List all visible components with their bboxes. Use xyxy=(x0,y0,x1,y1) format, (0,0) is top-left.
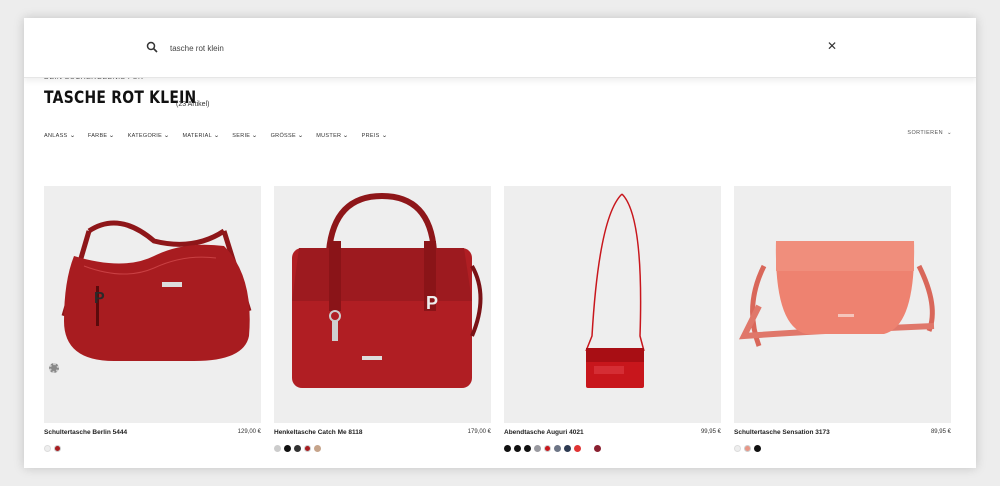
product-name[interactable]: Schultertasche Sensation 3173 xyxy=(734,429,830,439)
product-card[interactable]: Schultertasche Sensation 3173 89,95 € xyxy=(734,186,951,452)
color-swatch[interactable] xyxy=(744,445,751,452)
filter-groesse[interactable]: GRÖSSE ⌄ xyxy=(271,130,304,142)
color-swatches xyxy=(504,445,721,452)
product-image[interactable]: P xyxy=(274,186,491,423)
color-swatch[interactable] xyxy=(54,445,61,452)
color-swatches xyxy=(274,445,491,452)
color-swatch[interactable] xyxy=(284,445,291,452)
product-image[interactable] xyxy=(504,186,721,423)
product-name[interactable]: Henkeltasche Catch Me 8118 xyxy=(274,429,363,439)
filter-material[interactable]: MATERIAL ⌄ xyxy=(182,130,219,142)
product-grid: P Schultertasche Berlin 5444 129,00 € P … xyxy=(44,186,951,452)
product-price: 99,95 € xyxy=(700,429,721,435)
filter-label: SERIE xyxy=(232,133,251,139)
color-swatches xyxy=(44,445,261,452)
color-swatch[interactable] xyxy=(594,445,601,452)
filter-serie[interactable]: SERIE ⌄ xyxy=(232,130,257,142)
filter-kategorie[interactable]: KATEGORIE ⌄ xyxy=(128,130,170,142)
color-swatch[interactable] xyxy=(314,445,321,452)
close-icon[interactable]: ✕ xyxy=(824,38,840,54)
search-icon[interactable] xyxy=(146,41,158,53)
search-input[interactable] xyxy=(170,39,670,57)
filter-farbe[interactable]: FARBE ⌄ xyxy=(88,130,115,142)
filter-preis[interactable]: PREIS ⌄ xyxy=(362,130,387,142)
product-image[interactable]: P xyxy=(44,186,261,423)
filter-label: ANLASS xyxy=(44,133,68,139)
filter-muster[interactable]: MUSTER ⌄ xyxy=(316,130,350,142)
product-card[interactable]: P Schultertasche Berlin 5444 129,00 € xyxy=(44,186,261,452)
filter-bar: ANLASS ⌄ FARBE ⌄ KATEGORIE ⌄ MATERIAL ⌄ SERI… xyxy=(44,130,387,142)
filter-label: GRÖSSE xyxy=(270,133,296,139)
chevron-down-icon: ⌄ xyxy=(297,133,304,139)
chevron-down-icon: ⌄ xyxy=(251,133,259,139)
color-swatch[interactable] xyxy=(44,445,51,452)
product-name[interactable]: Abendtasche Auguri 4021 xyxy=(504,429,584,439)
result-count: (23 Artikel) xyxy=(176,101,210,108)
filter-label: PREIS xyxy=(361,133,380,139)
color-swatch[interactable] xyxy=(524,445,531,452)
sort-label: SORTIEREN xyxy=(907,130,943,136)
color-swatch[interactable] xyxy=(574,445,581,452)
filter-label: MUSTER xyxy=(316,133,342,139)
product-price: 179,00 € xyxy=(467,429,491,435)
filter-label: MATERIAL xyxy=(182,133,212,139)
product-card[interactable]: Abendtasche Auguri 4021 99,95 € xyxy=(504,186,721,452)
chevron-down-icon: ⌄ xyxy=(108,133,116,139)
chevron-down-icon: ⌄ xyxy=(68,133,76,139)
chevron-down-icon: ⌄ xyxy=(342,133,350,139)
color-swatch[interactable] xyxy=(304,445,311,452)
chevron-down-icon: ⌄ xyxy=(381,133,388,139)
sort-dropdown[interactable]: SORTIEREN ⌄ xyxy=(907,130,952,136)
color-swatch[interactable] xyxy=(554,445,561,452)
page-title: TASCHE ROT KLEIN xyxy=(44,88,197,108)
color-swatch[interactable] xyxy=(514,445,521,452)
product-name[interactable]: Schultertasche Berlin 5444 xyxy=(44,429,127,439)
chevron-down-icon: ⌄ xyxy=(946,130,952,136)
svg-text:P: P xyxy=(426,293,438,313)
product-price: 129,00 € xyxy=(237,429,261,435)
color-swatch[interactable] xyxy=(274,445,281,452)
color-swatch[interactable] xyxy=(584,445,591,452)
filter-label: KATEGORIE xyxy=(127,133,163,139)
color-swatches xyxy=(734,445,951,452)
color-swatch[interactable] xyxy=(504,445,511,452)
chevron-down-icon: ⌄ xyxy=(213,133,220,139)
chevron-down-icon: ⌄ xyxy=(163,133,170,139)
color-swatch[interactable] xyxy=(294,445,301,452)
svg-text:P: P xyxy=(94,290,105,307)
filter-anlass[interactable]: ANLASS ⌄ xyxy=(44,130,75,142)
search-bar: ✕ xyxy=(24,18,976,78)
color-swatch[interactable] xyxy=(534,445,541,452)
filter-label: FARBE xyxy=(87,133,108,139)
product-price: 89,95 € xyxy=(930,429,951,435)
product-card[interactable]: P Henkeltasche Catch Me 8118 179,00 € xyxy=(274,186,491,452)
color-swatch[interactable] xyxy=(564,445,571,452)
color-swatch[interactable] xyxy=(734,445,741,452)
color-swatch[interactable] xyxy=(754,445,761,452)
page-frame: ✕ DEIN SUCHERGEBNIS FÜR TASCHE ROT KLEIN… xyxy=(24,18,976,468)
cookie-settings-icon[interactable] xyxy=(49,363,59,373)
product-image[interactable] xyxy=(734,186,951,423)
color-swatch[interactable] xyxy=(544,445,551,452)
